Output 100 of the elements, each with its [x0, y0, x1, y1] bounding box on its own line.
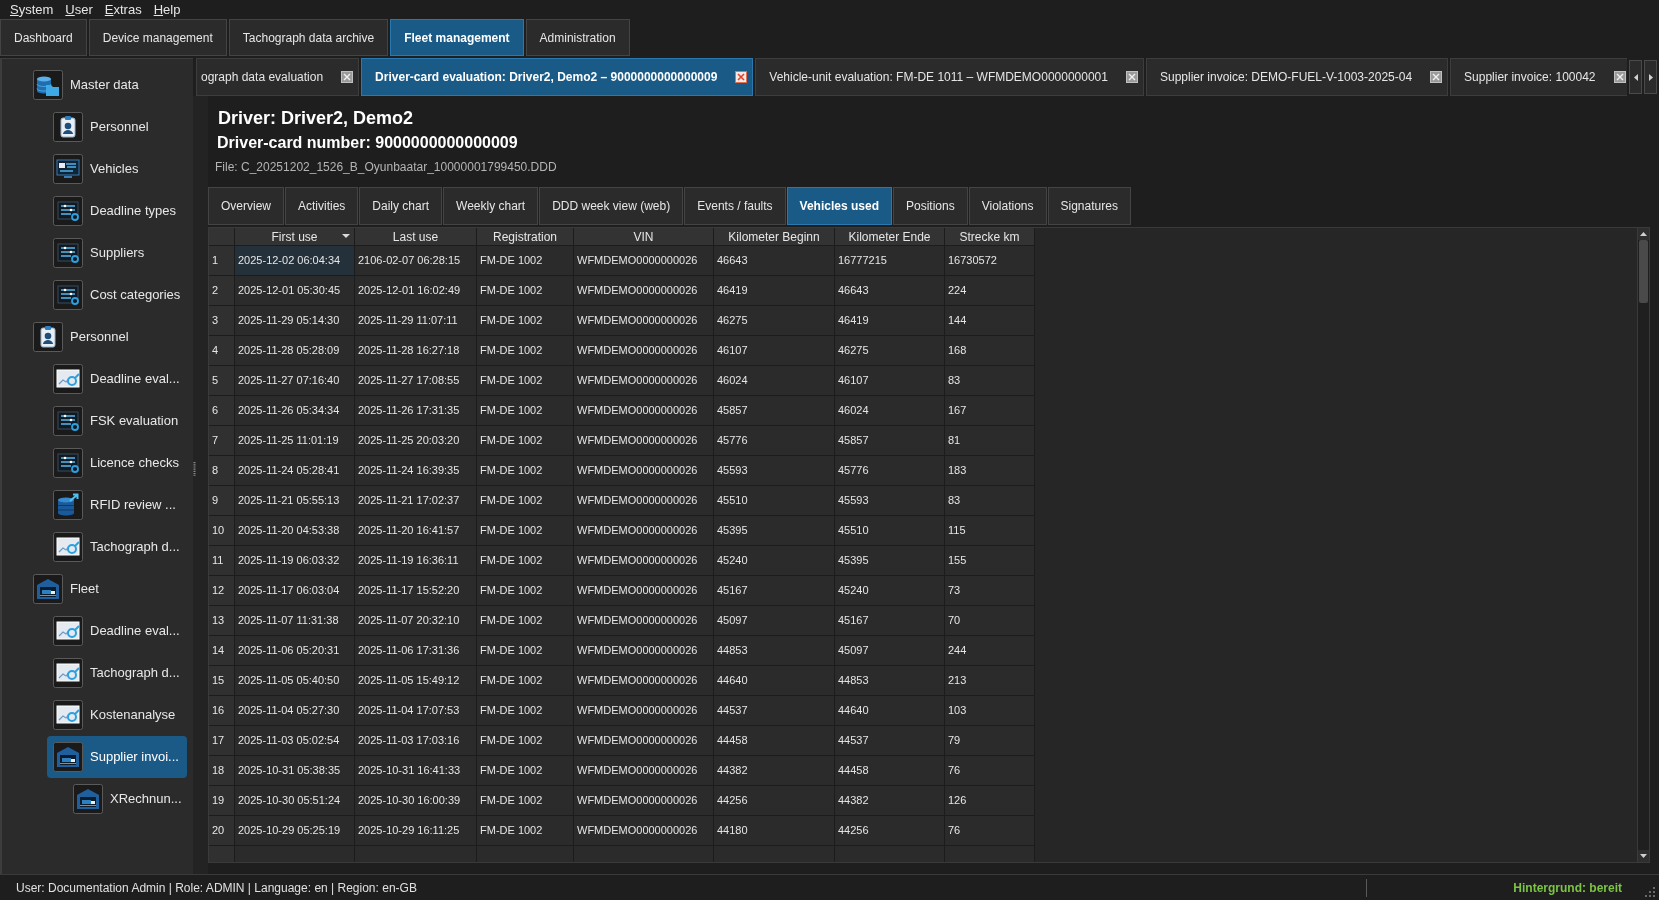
close-icon[interactable] — [1125, 71, 1138, 83]
table-cell: 76 — [945, 756, 1035, 786]
garage-truck-icon — [73, 784, 103, 814]
close-icon[interactable] — [1430, 71, 1443, 83]
document-tab[interactable]: Driver-card evaluation: Driver2, Demo2 – 9000000000000009 — [361, 58, 754, 96]
column-header[interactable]: First use — [235, 228, 355, 246]
tree-item[interactable]: Tachograph d... — [47, 652, 187, 694]
table-cell: 244 — [945, 636, 1035, 666]
column-header[interactable]: Kilometer Ende — [835, 228, 945, 246]
document-tab[interactable]: ograph data evaluation — [196, 58, 360, 96]
tree-item[interactable]: Deadline types — [47, 190, 187, 232]
tree-item[interactable]: Fleet — [27, 568, 187, 610]
tab[interactable]: Device management — [88, 19, 227, 56]
resize-grip-icon[interactable] — [1644, 886, 1656, 898]
tab[interactable]: Signatures — [1047, 187, 1131, 225]
tree-item[interactable]: Vehicles — [47, 148, 187, 190]
tab[interactable]: Daily chart — [359, 187, 443, 225]
table-cell: 45776 — [714, 426, 835, 456]
tab[interactable]: Overview — [208, 187, 284, 225]
sliders-icon — [53, 196, 83, 226]
tab[interactable]: Fleet management — [390, 19, 524, 56]
table-cell: FM-DE 1002 — [477, 756, 574, 786]
close-icon[interactable] — [341, 71, 354, 83]
scrollbar-thumb[interactable] — [1639, 240, 1648, 303]
table-cell: 2025-12-01 16:02:49 — [355, 276, 477, 306]
monitor-icon — [53, 154, 83, 184]
tree-item[interactable]: Tachograph d... — [47, 526, 187, 568]
tree-item[interactable]: XRechnun... — [67, 778, 187, 820]
table-cell: 2025-11-05 15:49:12 — [355, 666, 477, 696]
tab[interactable]: Vehicles used — [786, 187, 892, 225]
grip-icon[interactable] — [193, 462, 196, 476]
garage-truck-icon — [53, 742, 83, 772]
row-number: 5 — [209, 366, 235, 396]
column-header[interactable]: VIN — [574, 228, 714, 246]
document-tab[interactable]: Vehicle-unit evaluation: FM-DE 1011 – WFMDEMO0000000001 — [755, 58, 1144, 96]
vertical-scrollbar[interactable] — [1637, 228, 1649, 862]
tab[interactable]: Dashboard — [0, 19, 87, 56]
tree-item[interactable]: Deadline eval... — [47, 610, 187, 652]
table-cell: WFMDEMO0000000026 — [574, 246, 714, 276]
tree-item[interactable]: Licence checks — [47, 442, 187, 484]
chart-magnifier-icon — [53, 364, 83, 394]
scroll-tabs-left-button[interactable] — [1629, 60, 1642, 94]
tree-item[interactable]: Personnel — [47, 106, 187, 148]
table-cell: 45593 — [835, 486, 945, 516]
column-header[interactable]: Last use — [355, 228, 477, 246]
table-cell: 45097 — [714, 606, 835, 636]
menu-item[interactable]: System — [4, 0, 60, 19]
row-number: 17 — [209, 726, 235, 756]
chart-magnifier-icon — [53, 616, 83, 646]
status-text: User: Documentation Admin | Role: ADMIN | Language: en | Region: en-GB — [16, 879, 417, 897]
table-cell: 2025-11-26 17:31:35 — [355, 396, 477, 426]
close-icon[interactable] — [1613, 71, 1626, 83]
tree-item[interactable]: Cost categories — [47, 274, 187, 316]
menu-item[interactable]: Extras — [98, 0, 148, 19]
tab[interactable]: Positions — [893, 187, 968, 225]
tree-item[interactable]: Suppliers — [47, 232, 187, 274]
close-icon[interactable] — [735, 71, 748, 83]
row-number: 19 — [209, 786, 235, 816]
table-cell: WFMDEMO0000000026 — [574, 366, 714, 396]
table-cell: 2025-11-03 17:03:16 — [355, 726, 477, 756]
tree-item[interactable]: Kostenanalyse — [47, 694, 187, 736]
scroll-tabs-right-button[interactable] — [1644, 60, 1657, 94]
table-cell: WFMDEMO0000000026 — [574, 456, 714, 486]
tree-item[interactable]: RFID review ... — [47, 484, 187, 526]
column-header[interactable]: Registration — [477, 228, 574, 246]
row-number: 10 — [209, 516, 235, 546]
table-cell: 45776 — [835, 456, 945, 486]
scroll-down-button[interactable] — [1638, 850, 1649, 862]
table-cell: WFMDEMO0000000026 — [574, 786, 714, 816]
table-cell: FM-DE 1002 — [477, 636, 574, 666]
tree-item[interactable]: FSK evaluation — [47, 400, 187, 442]
row-number: 9 — [209, 486, 235, 516]
id-badge-icon — [33, 322, 63, 352]
tree-item[interactable]: Supplier invoi... — [47, 736, 187, 778]
table-cell: 2025-12-01 05:30:45 — [235, 276, 355, 306]
tab[interactable]: Events / faults — [684, 187, 786, 225]
table-cell: 16777215 — [835, 246, 945, 276]
tree-item[interactable]: Master data — [27, 64, 187, 106]
column-header[interactable]: Strecke km — [945, 228, 1035, 246]
tab[interactable]: Violations — [968, 187, 1047, 225]
table-cell: WFMDEMO0000000026 — [574, 636, 714, 666]
table-cell: WFMDEMO0000000026 — [574, 276, 714, 306]
table-cell: 2025-10-29 05:25:19 — [235, 816, 355, 846]
tab[interactable]: Administration — [525, 19, 630, 56]
tab[interactable]: Tachograph data archive — [228, 19, 389, 56]
tab[interactable]: DDD week view (web) — [539, 187, 684, 225]
tree-item[interactable]: Deadline eval... — [47, 358, 187, 400]
table-cell: FM-DE 1002 — [477, 336, 574, 366]
document-tab[interactable]: Supplier invoice: 100042 — [1450, 58, 1627, 96]
table-cell: 155 — [945, 546, 1035, 576]
tab[interactable]: Activities — [285, 187, 359, 225]
menu-item[interactable]: Help — [147, 0, 187, 19]
sliders-icon — [53, 448, 83, 478]
tree-item[interactable]: Personnel — [27, 316, 187, 358]
tab[interactable]: Weekly chart — [443, 187, 539, 225]
scroll-up-button[interactable] — [1638, 228, 1649, 240]
menu-item[interactable]: User — [59, 0, 99, 19]
document-tab[interactable]: Supplier invoice: DEMO-FUEL-V-1003-2025-04 — [1145, 58, 1449, 96]
column-header[interactable]: Kilometer Beginn — [714, 228, 835, 246]
table-cell: 2025-11-04 17:07:53 — [355, 696, 477, 726]
